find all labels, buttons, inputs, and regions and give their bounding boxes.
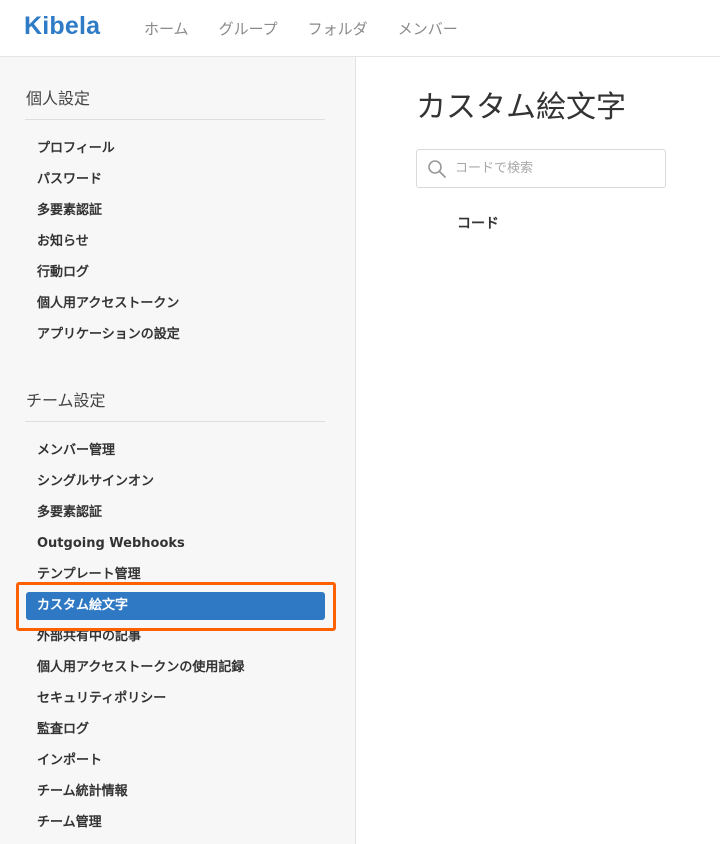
sidebar-item-application-settings[interactable]: アプリケーションの設定 — [26, 321, 325, 349]
code-column-header: コード — [457, 216, 499, 232]
main-nav: ホーム グループ フォルダ メンバー — [144, 0, 488, 57]
sidebar-item-shared-articles[interactable]: 外部共有中の記事 — [26, 623, 325, 651]
nav-members[interactable]: メンバー — [398, 18, 458, 39]
sidebar-item-member-management[interactable]: メンバー管理 — [26, 437, 325, 465]
sidebar-item-team-statistics[interactable]: チーム統計情報 — [26, 778, 325, 806]
sidebar-item-activity-log[interactable]: 行動ログ — [26, 259, 325, 287]
sidebar-item-single-sign-on[interactable]: シングルサインオン — [26, 468, 325, 496]
top-navbar: Kibela ホーム グループ フォルダ メンバー — [0, 0, 720, 57]
team-settings-divider — [25, 421, 325, 422]
sidebar-item-profile[interactable]: プロフィール — [26, 135, 325, 163]
emoji-search-box — [416, 149, 666, 188]
sidebar-item-import[interactable]: インポート — [26, 747, 325, 775]
sidebar-item-personal-access-tokens[interactable]: 個人用アクセストークン — [26, 290, 325, 318]
search-input[interactable] — [455, 151, 655, 186]
nav-home[interactable]: ホーム — [144, 18, 189, 39]
search-icon — [428, 160, 446, 178]
sidebar-item-token-usage-log[interactable]: 個人用アクセストークンの使用記録 — [26, 654, 325, 682]
personal-settings-heading: 個人設定 — [26, 89, 91, 108]
sidebar-item-password[interactable]: パスワード — [26, 166, 325, 194]
sidebar-item-personal-mfa[interactable]: 多要素認証 — [26, 197, 325, 225]
team-settings-heading: チーム設定 — [26, 391, 106, 410]
sidebar-item-security-policy[interactable]: セキュリティポリシー — [26, 685, 325, 713]
sidebar-item-template-management[interactable]: テンプレート管理 — [26, 561, 325, 589]
sidebar-item-team-mfa[interactable]: 多要素認証 — [26, 499, 325, 527]
sidebar-item-audit-log[interactable]: 監査ログ — [26, 716, 325, 744]
nav-folders[interactable]: フォルダ — [308, 18, 368, 39]
sidebar-item-team-management[interactable]: チーム管理 — [26, 809, 325, 837]
sidebar-item-outgoing-webhooks[interactable]: Outgoing Webhooks — [26, 530, 325, 558]
page-title: カスタム絵文字 — [416, 90, 626, 125]
sidebar-item-notifications[interactable]: お知らせ — [26, 228, 325, 256]
nav-groups[interactable]: グループ — [219, 18, 278, 39]
personal-settings-divider — [25, 119, 325, 120]
kibela-logo[interactable]: Kibela — [24, 12, 100, 41]
sidebar-item-custom-emoji[interactable]: カスタム絵文字 — [26, 592, 325, 620]
